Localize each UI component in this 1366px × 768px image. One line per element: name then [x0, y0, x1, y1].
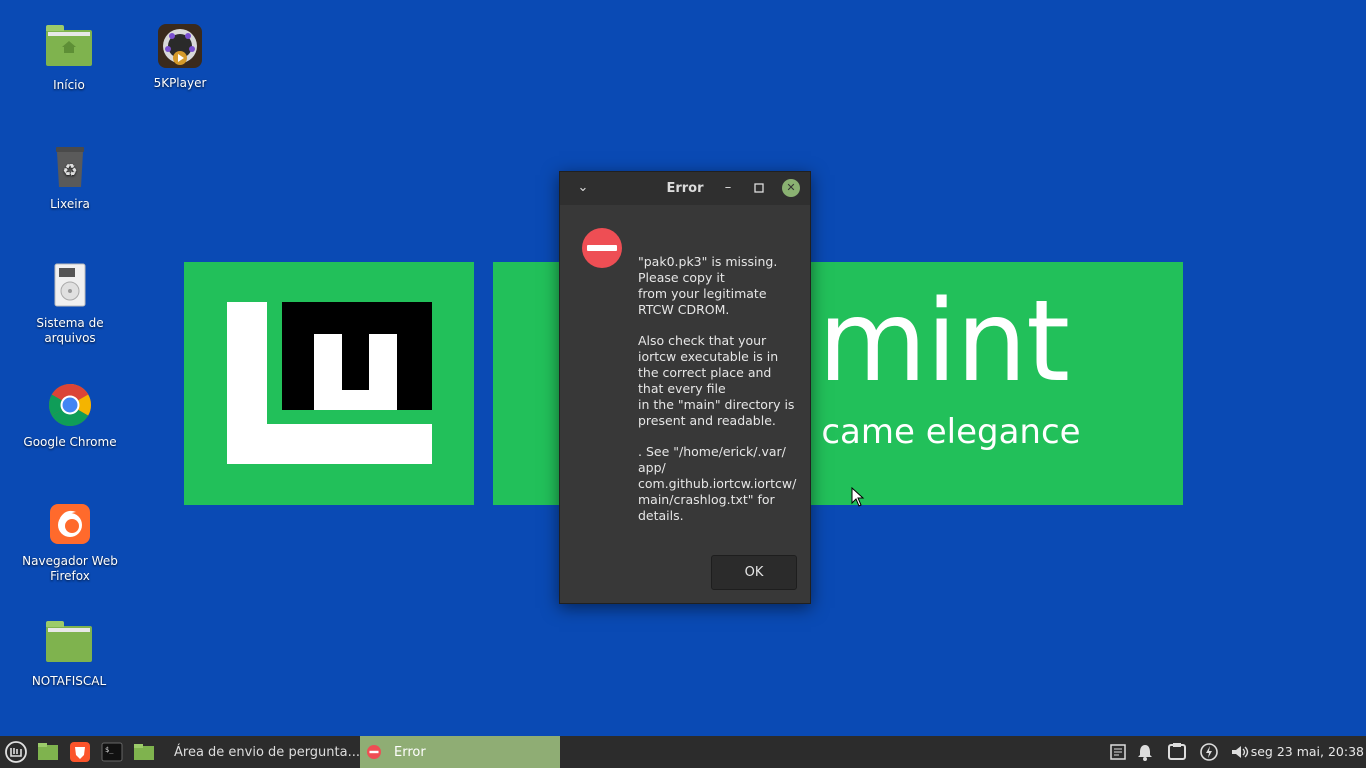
desktop-icon-firefox[interactable]: Navegador Web Firefox — [22, 500, 118, 584]
brave-icon — [164, 744, 166, 760]
minimize-button[interactable]: – — [719, 179, 737, 197]
5kplayer-icon — [156, 22, 204, 70]
desktop-icon-notafiscal[interactable]: NOTAFISCAL — [21, 620, 117, 689]
desktop-icon-inicio[interactable]: Início — [21, 24, 117, 93]
trash-icon: ♻ — [46, 143, 94, 191]
folder-icon — [45, 620, 93, 668]
notes-applet-icon[interactable] — [1108, 743, 1128, 761]
mouse-cursor-icon — [851, 487, 865, 507]
notifications-bell-icon[interactable] — [1135, 743, 1155, 761]
mint-menu-icon[interactable] — [4, 740, 28, 764]
home-folder-icon — [45, 24, 93, 72]
desktop-icon-label: Google Chrome — [23, 435, 117, 449]
dialog-title: Error — [666, 181, 704, 196]
taskbar-window-label: Error — [394, 744, 426, 760]
clock[interactable]: seg 23 mai, 20:38 — [1251, 744, 1364, 759]
dialog-titlebar[interactable]: ⌄ Error – ✕ — [560, 172, 810, 205]
desktop-icon-label: NOTAFISCAL — [31, 674, 107, 688]
taskbar: $_ Área de envio de pergunta... Error se… — [0, 736, 1366, 768]
desktop-icon-google-chrome[interactable]: Google Chrome — [22, 381, 118, 450]
filesystem-drive-icon — [46, 262, 94, 310]
chrome-icon — [46, 381, 94, 429]
message-paragraph: "pak0.pk3" is missing. Please copy it fr… — [638, 254, 778, 317]
files-folder-icon[interactable] — [132, 740, 156, 764]
error-message: "pak0.pk3" is missing. Please copy it fr… — [638, 254, 798, 539]
error-icon — [582, 228, 622, 268]
firefox-icon — [46, 500, 94, 548]
desktop-icon-5kplayer[interactable]: 5KPlayer — [132, 22, 228, 91]
desktop-icon-label: 5KPlayer — [153, 76, 207, 90]
error-dialog: ⌄ Error – ✕ "pak0.pk3" is missing. Pleas… — [559, 171, 811, 604]
network-icon[interactable] — [1167, 743, 1187, 761]
brave-browser-icon[interactable] — [68, 740, 92, 764]
ok-button[interactable]: OK — [711, 555, 797, 590]
linux-mint-logo — [227, 302, 432, 464]
close-button[interactable]: ✕ — [782, 179, 800, 197]
maximize-button[interactable] — [750, 179, 768, 197]
wallpaper-tagline: n came elegance — [789, 412, 1081, 452]
desktop-icon-lixeira[interactable]: ♻ Lixeira — [22, 143, 118, 212]
desktop-icon-label: Início — [53, 78, 85, 92]
message-paragraph: Also check that your iortcw executable i… — [638, 333, 795, 428]
message-paragraph: . See "/home/erick/.var/ app/ com.github… — [638, 444, 797, 523]
desktop-icon-sistema-de-arquivos[interactable]: Sistema de arquivos — [22, 262, 118, 346]
taskbar-window-brave[interactable]: Área de envio de pergunta... — [158, 736, 360, 768]
svg-text:$_: $_ — [105, 746, 114, 754]
volume-icon[interactable] — [1230, 743, 1250, 761]
error-icon — [367, 745, 381, 759]
desktop-icon-label: Navegador Web Firefox — [22, 554, 118, 583]
wallpaper-logo-panel — [184, 262, 474, 505]
taskbar-window-error[interactable]: Error — [360, 736, 560, 768]
show-desktop-icon[interactable] — [36, 740, 60, 764]
power-icon[interactable] — [1199, 743, 1219, 761]
terminal-icon[interactable]: $_ — [100, 740, 124, 764]
svg-text:♻: ♻ — [62, 161, 77, 181]
desktop-icon-label: Sistema de arquivos — [36, 316, 104, 345]
desktop-icon-label: Lixeira — [50, 197, 90, 211]
taskbar-window-label: Área de envio de pergunta... — [174, 744, 360, 760]
